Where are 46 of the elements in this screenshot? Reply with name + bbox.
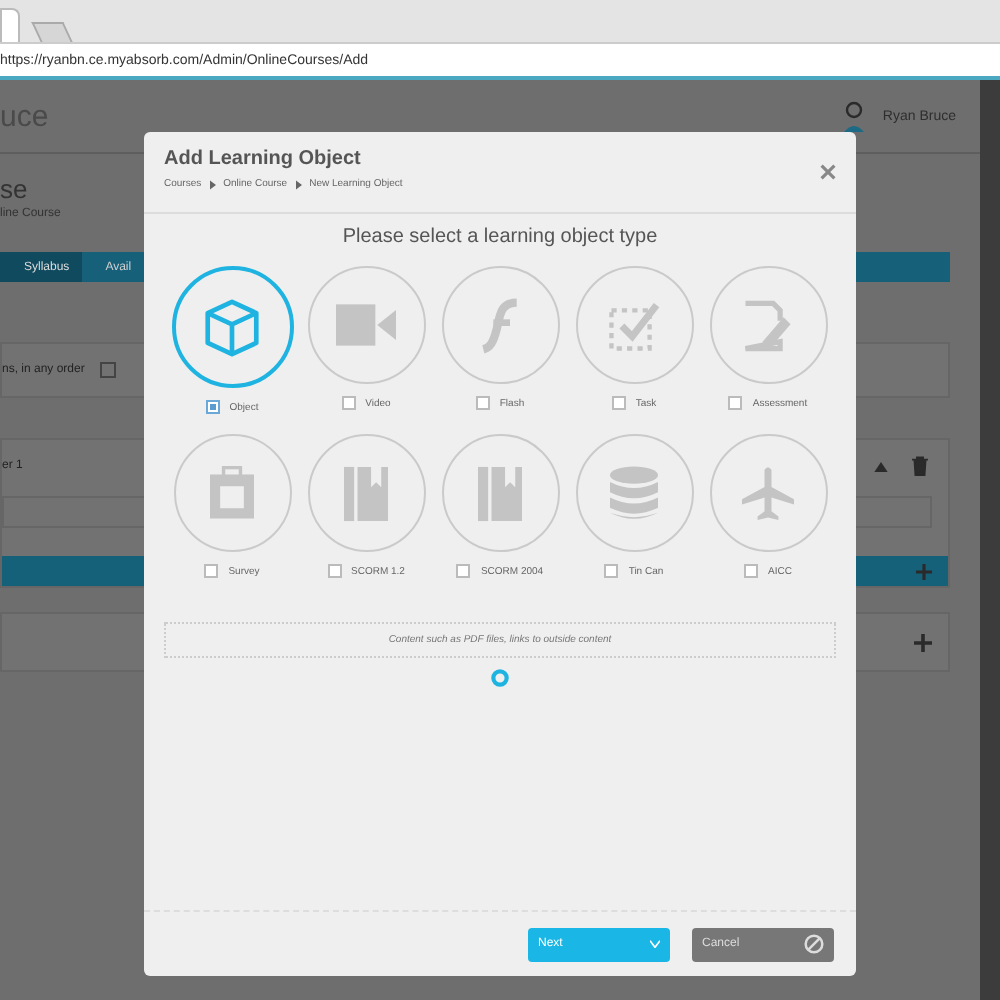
type-option[interactable]	[709, 434, 827, 552]
type-option[interactable]	[575, 266, 693, 384]
checkbox[interactable]	[728, 396, 743, 410]
type-option[interactable]	[709, 266, 827, 384]
database-icon	[610, 465, 658, 521]
type-option[interactable]	[173, 434, 291, 552]
checkbox[interactable]	[205, 400, 220, 414]
loading-spinner-icon	[490, 668, 510, 688]
document-pencil-icon	[742, 299, 794, 351]
chevron-icon	[295, 179, 302, 189]
type-option[interactable]	[307, 434, 425, 552]
checkbox[interactable]	[456, 564, 471, 578]
browser-tab[interactable]	[0, 8, 20, 42]
book-icon	[344, 465, 388, 521]
video-camera-icon	[336, 304, 396, 346]
checked-box-icon	[608, 299, 660, 351]
dialog-title: Add Learning Object	[164, 148, 363, 170]
type-option[interactable]	[575, 434, 693, 552]
page-heading: se	[0, 174, 28, 204]
book-icon	[478, 465, 522, 521]
checkbox[interactable]	[604, 564, 619, 578]
checkbox[interactable]	[475, 396, 490, 410]
cancel-icon	[804, 934, 824, 954]
checkbox[interactable]	[204, 564, 219, 578]
clipboard-icon	[210, 466, 254, 520]
caret-icon	[650, 940, 660, 948]
new-tab-button[interactable]	[31, 22, 73, 42]
checkbox[interactable]	[611, 396, 626, 410]
flash-icon	[480, 295, 520, 355]
cube-icon	[204, 297, 260, 357]
type-option[interactable]	[441, 434, 559, 552]
plus-icon	[916, 563, 932, 579]
checkbox[interactable]	[100, 362, 117, 378]
airplane-icon	[742, 465, 794, 521]
checkbox[interactable]	[327, 564, 342, 578]
type-option[interactable]	[307, 266, 425, 384]
type-option[interactable]	[441, 266, 559, 384]
chevron-icon	[209, 179, 216, 189]
checkbox[interactable]	[744, 564, 759, 578]
trash-icon[interactable]	[912, 456, 928, 476]
checkbox[interactable]	[341, 396, 356, 410]
prompt-text: Please select a learning object type	[342, 226, 658, 248]
plus-icon[interactable]	[914, 633, 932, 651]
caret-icon[interactable]	[874, 461, 888, 471]
close-icon[interactable]	[820, 164, 836, 180]
type-option[interactable]	[171, 266, 293, 388]
